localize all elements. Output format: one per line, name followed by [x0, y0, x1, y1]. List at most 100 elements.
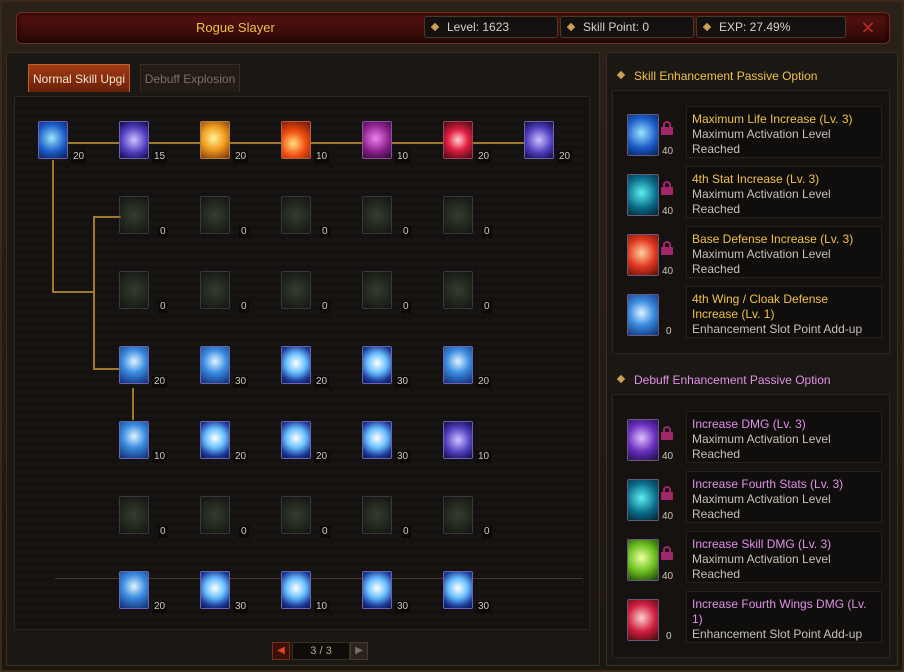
option-value: 40: [662, 571, 674, 582]
row4-to-row5-line: [132, 388, 134, 420]
skill-level: 20: [71, 151, 87, 163]
skill-level: 0: [401, 226, 411, 238]
lock-icon: [661, 486, 673, 500]
close-icon[interactable]: ✕: [858, 18, 878, 38]
skill-slot-locked[interactable]: [119, 496, 149, 534]
skill-slot-vortex[interactable]: [119, 121, 149, 159]
skill-level: 0: [320, 301, 330, 313]
skill-level: 20: [314, 451, 330, 463]
skill-level: 30: [395, 601, 411, 613]
skill-slot-crystal[interactable]: [443, 421, 473, 459]
skill-point-display: Skill Point: 0: [560, 16, 694, 38]
skill-slot-ice-cross-3[interactable]: [362, 571, 392, 609]
option-name: Increase Skill DMG (Lv. 3): [692, 537, 832, 551]
skill-slot-ice-cross-2[interactable]: [362, 421, 392, 459]
skill-slot-ice-crystal[interactable]: [200, 346, 230, 384]
skill-slot-locked[interactable]: [119, 196, 149, 234]
skill-red-icon: [627, 234, 659, 276]
skill-slot-ice-shard[interactable]: [119, 346, 149, 384]
skill-slot-locked[interactable]: [443, 196, 473, 234]
skill-level: 0: [239, 226, 249, 238]
option-desc: Maximum Activation Level Reached: [692, 187, 831, 216]
skill-slot-ice-storm[interactable]: [281, 421, 311, 459]
skill-level: 20: [152, 376, 168, 388]
skill-level: 10: [314, 151, 330, 163]
skill-level: 0: [158, 526, 168, 538]
skill-slot-locked[interactable]: [362, 496, 392, 534]
option-name: Increase DMG (Lv. 3): [692, 417, 806, 431]
exp-text: EXP: 27.49%: [719, 20, 791, 34]
option-name: Increase Fourth Wings DMG (Lv. 1): [692, 597, 867, 626]
skill-level: 0: [482, 301, 492, 313]
option-value: 40: [662, 146, 674, 157]
skill-slot-locked[interactable]: [443, 496, 473, 534]
skill-level: 0: [401, 301, 411, 313]
skill-slot-ice-cross-4[interactable]: [443, 571, 473, 609]
branch-line: [52, 291, 94, 293]
skill-teal-icon: [627, 174, 659, 216]
skill-level: 10: [395, 151, 411, 163]
prev-page-button[interactable]: ◀: [272, 642, 290, 660]
skill-level: 10: [476, 451, 492, 463]
branch-line-row4: [93, 368, 121, 370]
skill-slot-locked[interactable]: [281, 271, 311, 309]
skill-slot-dash[interactable]: [38, 121, 68, 159]
skill-slot-ice-power[interactable]: [443, 346, 473, 384]
option-value: 40: [662, 511, 674, 522]
skill-slot-locked[interactable]: [200, 196, 230, 234]
lock-icon: [661, 181, 673, 195]
skill-level: 30: [395, 376, 411, 388]
skill-slot-blade[interactable]: [443, 121, 473, 159]
option-desc: Maximum Activation Level Reached: [692, 247, 831, 276]
skill-level: 20: [476, 376, 492, 388]
skill-slot-locked[interactable]: [443, 271, 473, 309]
skill-slot-ice-wave[interactable]: [281, 346, 311, 384]
skill-slot-ice-cross[interactable]: [362, 346, 392, 384]
skill-level: 20: [557, 151, 573, 163]
skill-level: 20: [314, 376, 330, 388]
skill-slot-spear[interactable]: [524, 121, 554, 159]
skill-slot-locked[interactable]: [200, 271, 230, 309]
skill-level: 30: [233, 601, 249, 613]
lock-icon: [661, 121, 673, 135]
tab-debuff-explosion[interactable]: Debuff Explosion: [140, 64, 240, 92]
skill-level: 0: [320, 526, 330, 538]
option-desc: Maximum Activation Level Reached: [692, 492, 831, 521]
option-value: 40: [662, 206, 674, 217]
option-name: 4th Stat Increase (Lv. 3): [692, 172, 820, 186]
wing-icon: [627, 294, 659, 336]
level-text: Level: 1623: [447, 20, 510, 34]
skill-slot-locked[interactable]: [281, 496, 311, 534]
skill-enhancement-title: Skill Enhancement Passive Option: [634, 69, 818, 83]
branch-vertical-line: [93, 216, 95, 370]
next-page-button[interactable]: ▶: [350, 642, 368, 660]
skill-slot-burst[interactable]: [200, 121, 230, 159]
skill-slot-ice-pillar[interactable]: [119, 421, 149, 459]
skill-slot-locked[interactable]: [281, 196, 311, 234]
skill-level: 30: [233, 376, 249, 388]
skill-slot-ice-shard-2[interactable]: [119, 571, 149, 609]
lock-icon: [661, 426, 673, 440]
skill-slot-shadow[interactable]: [362, 121, 392, 159]
lock-icon: [661, 546, 673, 560]
debuff-enhancement-title: Debuff Enhancement Passive Option: [634, 373, 831, 387]
option-desc: Maximum Activation Level Reached: [692, 127, 831, 156]
tab-normal-skill-upgrade[interactable]: Normal Skill Upgi: [28, 64, 130, 92]
skill-slot-flame[interactable]: [281, 121, 311, 159]
option-desc: Enhancement Slot Point Add-up: [692, 322, 863, 336]
skill-slot-locked[interactable]: [119, 271, 149, 309]
tree-trunk-line: [52, 160, 54, 292]
skill-slot-ice-figure-2[interactable]: [200, 571, 230, 609]
skill-level: 10: [152, 451, 168, 463]
skill-slot-ice-storm-2[interactable]: [281, 571, 311, 609]
skill-slot-ice-figure[interactable]: [200, 421, 230, 459]
skill-slot-locked[interactable]: [200, 496, 230, 534]
skill-level: 20: [233, 151, 249, 163]
skill-level: 20: [233, 451, 249, 463]
level-display: Level: 1623: [424, 16, 558, 38]
skill-level: 0: [320, 226, 330, 238]
skill-slot-locked[interactable]: [362, 196, 392, 234]
skill-slot-locked[interactable]: [362, 271, 392, 309]
skill-level: 0: [239, 301, 249, 313]
skill-level: 20: [476, 151, 492, 163]
